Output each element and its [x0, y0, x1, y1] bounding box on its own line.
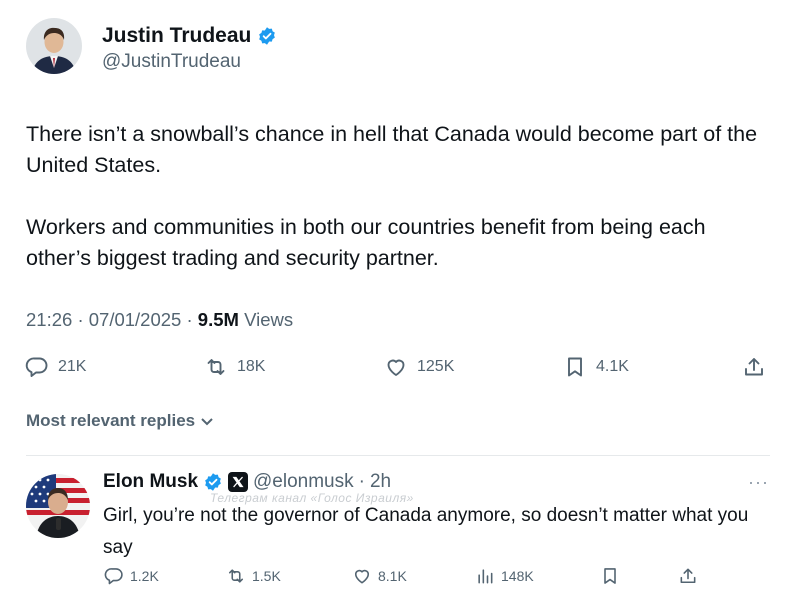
- tweet-time[interactable]: 21:26: [26, 309, 72, 330]
- tweet-text: There isn’t a snowball’s chance in hell …: [26, 119, 776, 305]
- reply-author-avatar[interactable]: [26, 474, 90, 538]
- reply-author-name[interactable]: Elon Musk: [103, 471, 198, 493]
- heart-icon: [387, 359, 405, 376]
- verified-badge-icon: [257, 26, 277, 46]
- replies-sort-dropdown[interactable]: Most relevant replies: [26, 411, 215, 431]
- tweet-paragraph-1: There isn’t a snowball’s chance in hell …: [26, 122, 758, 177]
- repost-arrows-icon: [228, 569, 244, 583]
- like-button[interactable]: 125K: [384, 355, 454, 379]
- views-label: Views: [244, 309, 294, 330]
- reply-separator: ·: [358, 471, 365, 492]
- bookmark-icon: [604, 568, 616, 584]
- reply-reply-button[interactable]: 1.2K: [104, 566, 159, 586]
- reply-repost-count: 1.5K: [252, 568, 281, 584]
- reply-reply-count: 1.2K: [130, 568, 159, 584]
- replies-sort-label: Most relevant replies: [26, 411, 196, 430]
- heart-icon: [354, 569, 370, 584]
- author-handle[interactable]: @JustinTrudeau: [102, 51, 241, 73]
- reply-views-count: 148K: [501, 568, 534, 584]
- reply-text: Girl, you’re not the governor of Canada …: [103, 505, 749, 558]
- share-upload-icon: [680, 568, 696, 584]
- bookmark-icon: [568, 357, 582, 377]
- reply-like-count: 8.1K: [378, 568, 407, 584]
- reply-bookmark-button[interactable]: [600, 566, 620, 586]
- reply-like-button[interactable]: 8.1K: [352, 566, 407, 586]
- reply-header: Elon Musk @elonmusk · 2h: [103, 471, 391, 493]
- tweet-meta: 21:26 · 07/01/2025 · 9.5M Views: [26, 309, 293, 331]
- views-count: 9.5M: [197, 309, 239, 330]
- bookmark-count: 4.1K: [596, 358, 629, 375]
- divider: [26, 455, 770, 456]
- bar-chart-icon: [478, 569, 493, 584]
- repost-button[interactable]: 18K: [204, 355, 265, 379]
- author-display-name[interactable]: Justin Trudeau: [102, 24, 251, 48]
- author-name-line: Justin Trudeau: [102, 24, 277, 48]
- reply-time[interactable]: 2h: [370, 471, 391, 493]
- like-count: 125K: [417, 358, 455, 375]
- meta-separator: ·: [186, 309, 198, 330]
- reply-button[interactable]: 21K: [25, 355, 86, 379]
- reply-views-button[interactable]: 148K: [475, 566, 534, 586]
- repost-arrows-icon: [207, 359, 225, 375]
- reply-share-button[interactable]: [678, 566, 698, 586]
- share-button[interactable]: [742, 355, 766, 379]
- reply-repost-button[interactable]: 1.5K: [226, 566, 281, 586]
- reply-count: 21K: [58, 358, 87, 375]
- author-avatar[interactable]: [26, 18, 82, 74]
- share-upload-icon: [745, 358, 763, 376]
- bookmark-button[interactable]: 4.1K: [563, 355, 629, 379]
- more-options-icon[interactable]: ···: [748, 472, 769, 493]
- tweet-date[interactable]: 07/01/2025: [89, 309, 182, 330]
- chevron-down-icon: [201, 418, 213, 426]
- tweet-paragraph-2: Workers and communities in both our coun…: [26, 215, 706, 270]
- speech-bubble-icon: [25, 357, 48, 377]
- repost-count: 18K: [237, 358, 266, 375]
- verified-badge-icon: [203, 472, 223, 492]
- speech-bubble-icon: [104, 568, 123, 585]
- meta-separator: ·: [77, 309, 89, 330]
- x-logo-icon: [228, 472, 249, 492]
- reply-author-handle[interactable]: @elonmusk: [253, 471, 354, 493]
